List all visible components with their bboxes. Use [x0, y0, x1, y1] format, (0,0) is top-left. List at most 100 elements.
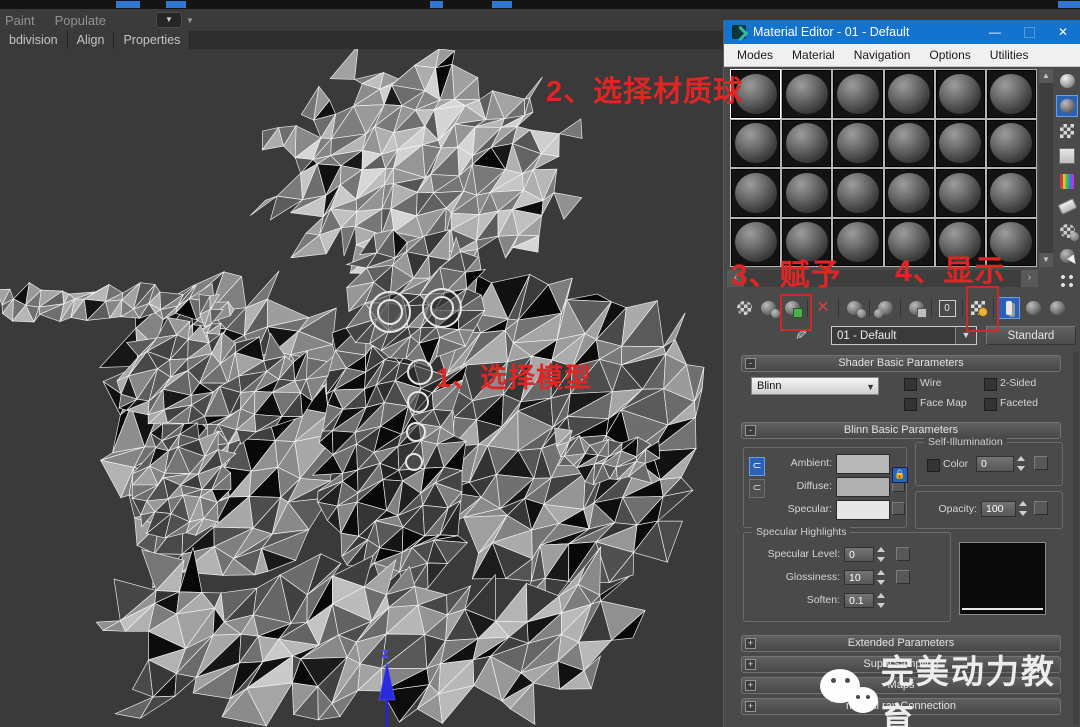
backlight-button[interactable] [1056, 95, 1078, 117]
checkbox-face-map[interactable] [904, 398, 917, 411]
chevron-down-icon[interactable]: ▼ [866, 379, 875, 395]
map-button-0[interactable] [896, 547, 910, 561]
material-slot[interactable] [832, 168, 883, 218]
opacity-value[interactable]: 100 [981, 501, 1016, 517]
spinner-0[interactable] [875, 547, 886, 562]
checkbox-2-sided[interactable] [984, 378, 997, 391]
self-illumination-color-checkbox[interactable] [927, 459, 940, 472]
material-slot[interactable] [884, 69, 935, 119]
make-unique-glyph [878, 301, 893, 315]
material-sphere [735, 123, 777, 163]
collapse-icon[interactable]: - [745, 425, 756, 436]
material-slot[interactable] [781, 119, 832, 169]
select-by-material-button[interactable] [1056, 245, 1078, 267]
material-slot[interactable] [986, 69, 1037, 119]
diffuse-specular-lock-button[interactable]: ⊂ [749, 479, 765, 498]
show-end-result-button[interactable] [997, 296, 1021, 320]
material-slot[interactable] [935, 168, 986, 218]
material-slot[interactable] [832, 69, 883, 119]
opacity-map-button[interactable] [1034, 501, 1048, 515]
video-color-check-button[interactable] [1056, 170, 1078, 192]
material-slot[interactable] [986, 119, 1037, 169]
material-type-button[interactable]: Standard [986, 326, 1076, 345]
scroll-down-icon[interactable]: ▼ [1039, 253, 1053, 267]
svg-text:Z: Z [381, 648, 389, 661]
make-preview-button[interactable] [1056, 195, 1078, 217]
material-slot[interactable] [884, 119, 935, 169]
rollout-blinn-basic[interactable]: - Blinn Basic Parameters [741, 422, 1061, 439]
field-2[interactable]: 0.1 [844, 593, 874, 608]
background-button[interactable] [1056, 120, 1078, 142]
ribbon-panel-properties[interactable]: Properties [114, 31, 190, 49]
material-sphere [939, 74, 981, 114]
menu-navigation[interactable]: Navigation [854, 48, 911, 62]
slots-vertical-scrollbar[interactable]: ▲ ▼ [1039, 69, 1053, 267]
material-slot[interactable] [935, 119, 986, 169]
3dsmax-app-icon [732, 25, 746, 39]
make-unique-button[interactable] [873, 296, 897, 320]
material-slot[interactable] [832, 119, 883, 169]
field-0[interactable]: 0 [844, 547, 874, 562]
material-slot[interactable] [935, 69, 986, 119]
ribbon-minimize-button[interactable]: ▼ [156, 12, 182, 28]
ribbon-tab-paint[interactable]: Paint [0, 13, 45, 28]
toolbar-separator [838, 299, 839, 317]
sample-type-button[interactable] [1056, 70, 1078, 92]
titlebar[interactable]: Material Editor - 01 - Default — ✕ [724, 20, 1080, 44]
menu-modes[interactable]: Modes [737, 48, 773, 62]
specular-color-swatch[interactable] [836, 500, 890, 520]
reset-map-button[interactable]: ✕ [811, 296, 835, 320]
spinner-2[interactable] [875, 593, 886, 608]
scroll-right-icon[interactable]: › [1021, 270, 1038, 287]
material-name-dropdown[interactable]: 01 - Default ▼ [831, 326, 977, 345]
rollout-shader-basic[interactable]: - Shader Basic Parameters [741, 355, 1061, 372]
map-button-1[interactable] [896, 570, 910, 584]
ribbon-panel-subdivision[interactable]: bdivision [0, 31, 68, 49]
material-map-navigator-button[interactable] [1056, 270, 1078, 292]
ribbon-dropdown-icon[interactable]: ▼ [186, 16, 194, 25]
self-illumination-value[interactable]: 0 [976, 456, 1014, 472]
minimize-button[interactable]: — [978, 20, 1012, 44]
opacity-spinner[interactable] [1017, 501, 1028, 516]
close-button[interactable]: ✕ [1046, 20, 1080, 44]
spinner-1[interactable] [875, 570, 886, 585]
material-slot[interactable] [730, 168, 781, 218]
go-forward-to-sibling-button[interactable] [1045, 296, 1069, 320]
menu-options[interactable]: Options [929, 48, 970, 62]
material-id-channel-button[interactable]: 0 [935, 296, 959, 320]
field-1[interactable]: 10 [844, 570, 874, 585]
get-material-button[interactable] [732, 296, 756, 320]
ribbon-tab-populate[interactable]: Populate [45, 13, 116, 28]
maximize-button[interactable] [1012, 20, 1046, 44]
expand-icon[interactable]: + [745, 701, 756, 712]
checkbox-wire[interactable] [904, 378, 917, 391]
material-slot[interactable] [781, 69, 832, 119]
lock-icon[interactable]: 🔒 [892, 467, 908, 483]
sample-uv-tiling-button[interactable] [1056, 145, 1078, 167]
expand-icon[interactable]: + [745, 659, 756, 670]
scroll-up-icon[interactable]: ▲ [1039, 69, 1053, 83]
put-material-to-scene-button[interactable] [756, 296, 780, 320]
expand-icon[interactable]: + [745, 638, 756, 649]
material-slot[interactable] [986, 168, 1037, 218]
ambient-color-swatch[interactable] [836, 454, 890, 474]
make-material-copy-button[interactable] [842, 296, 866, 320]
diffuse-color-swatch[interactable] [836, 477, 890, 497]
material-slot[interactable] [730, 119, 781, 169]
collapse-icon[interactable]: - [745, 358, 756, 369]
self-illumination-map-button[interactable] [1034, 456, 1048, 470]
menu-utilities[interactable]: Utilities [990, 48, 1029, 62]
go-to-parent-button[interactable] [1021, 296, 1045, 320]
expand-icon[interactable]: + [745, 680, 756, 691]
ambient-diffuse-lock-button[interactable]: ⊂ [749, 457, 765, 476]
put-to-library-button[interactable] [904, 296, 928, 320]
menu-material[interactable]: Material [792, 48, 835, 62]
specular-map-button[interactable] [892, 502, 905, 515]
ribbon-panel-align[interactable]: Align [68, 31, 115, 49]
material-slot[interactable] [884, 168, 935, 218]
material-slot[interactable] [781, 168, 832, 218]
self-illumination-spinner[interactable] [1015, 456, 1026, 471]
checkbox-faceted[interactable] [984, 398, 997, 411]
shader-type-dropdown[interactable]: Blinn ▼ [751, 377, 879, 395]
options-button[interactable] [1056, 220, 1078, 242]
